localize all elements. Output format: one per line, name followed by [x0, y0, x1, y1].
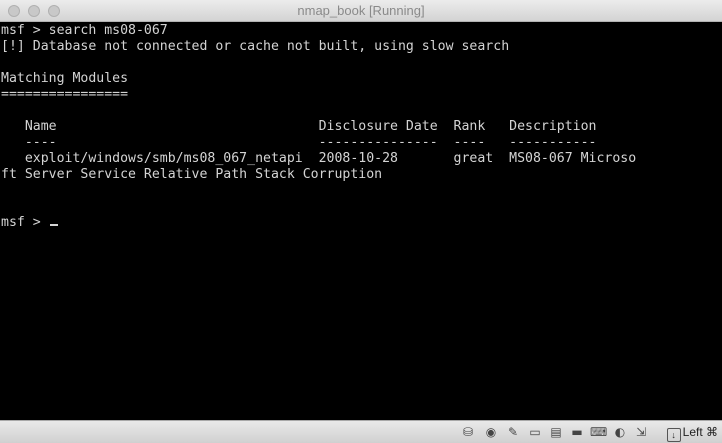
hard-disk-icon[interactable]: ⛁ — [460, 425, 476, 439]
terminal-prompt-line[interactable]: msf > — [1, 215, 58, 231]
mouse-icon[interactable]: ⇲ — [633, 425, 649, 439]
terminal-prompt: msf > — [1, 215, 49, 230]
host-key-indicator[interactable]: ↓ Left ⌘ — [666, 424, 718, 442]
host-key-label: Left ⌘ — [682, 425, 718, 439]
text-cursor — [49, 224, 58, 226]
vm-window: nmap_book [Running] msf > search ms08-06… — [0, 0, 722, 443]
network-icon[interactable]: ▬ — [569, 425, 585, 439]
terminal-line-table-header: Name Disclosure Date Rank Description — [1, 119, 597, 134]
window-titlebar[interactable]: nmap_book [Running] — [0, 0, 722, 22]
terminal-line-table-row: exploit/windows/smb/ms08_067_netapi 2008… — [1, 151, 637, 166]
terminal-line-section-rule: ================ — [1, 87, 129, 102]
terminal-console[interactable]: msf > search ms08-067 [!] Database not c… — [0, 23, 722, 420]
arrow-down-icon: ↓ — [666, 428, 681, 442]
keyboard-icon[interactable]: ⌨ — [590, 425, 607, 439]
usb-icon[interactable]: ✎ — [505, 425, 521, 439]
shared-folder-icon[interactable]: ▭ — [527, 425, 543, 439]
terminal-line-command: msf > search ms08-067 — [1, 23, 168, 38]
optical-drive-icon[interactable]: ◉ — [483, 425, 499, 439]
capture-icon[interactable]: ◐ — [612, 425, 628, 439]
terminal-line-warning: [!] Database not connected or cache not … — [1, 39, 510, 54]
window-title: nmap_book [Running] — [297, 3, 425, 18]
terminal-line-table-row-wrap: ft Server Service Relative Path Stack Co… — [1, 167, 383, 182]
terminal-line-table-rule: ---- --------------- ---- ----------- — [1, 135, 597, 150]
display-icon[interactable]: ▤ — [548, 425, 564, 439]
terminal-line-section-title: Matching Modules — [1, 71, 129, 86]
vm-statusbar: ⛁ ◉ ✎ ▭ ▤ ▬ ⌨ ◐ ⇲ ↓ Left ⌘ — [0, 420, 722, 443]
